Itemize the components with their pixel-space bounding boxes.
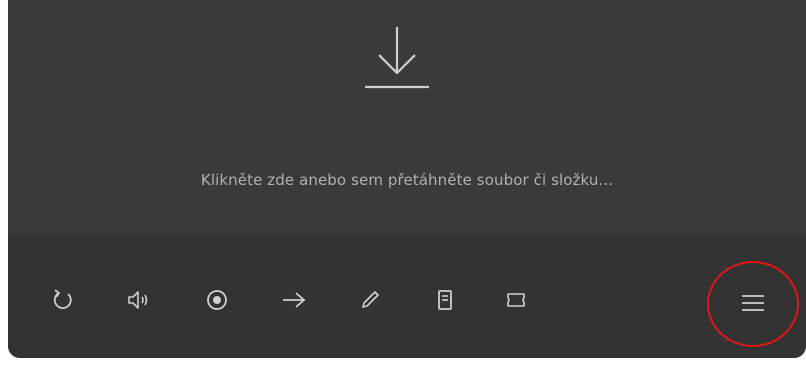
ticket-icon (504, 288, 528, 312)
arrow-right-icon (281, 288, 307, 312)
repeat-button[interactable] (41, 278, 85, 322)
ticket-button[interactable] (494, 278, 538, 322)
download-arrow-icon (365, 25, 429, 91)
menu-button[interactable] (731, 281, 775, 325)
refresh-icon (51, 288, 75, 312)
speaker-icon (126, 288, 152, 312)
bottom-toolbar (8, 234, 806, 358)
next-button[interactable] (272, 278, 316, 322)
edit-button[interactable] (348, 278, 392, 322)
app-window: Klikněte zde anebo sem přetáhněte soubor… (8, 0, 806, 358)
hamburger-menu-icon (740, 292, 766, 314)
drop-hint-text: Klikněte zde anebo sem přetáhněte soubor… (200, 171, 614, 189)
file-drop-zone[interactable]: Klikněte zde anebo sem přetáhněte soubor… (8, 0, 806, 234)
document-icon (433, 288, 457, 312)
record-button[interactable] (195, 278, 239, 322)
volume-button[interactable] (117, 278, 161, 322)
record-icon (205, 288, 229, 312)
pencil-icon (358, 288, 382, 312)
document-button[interactable] (423, 278, 467, 322)
